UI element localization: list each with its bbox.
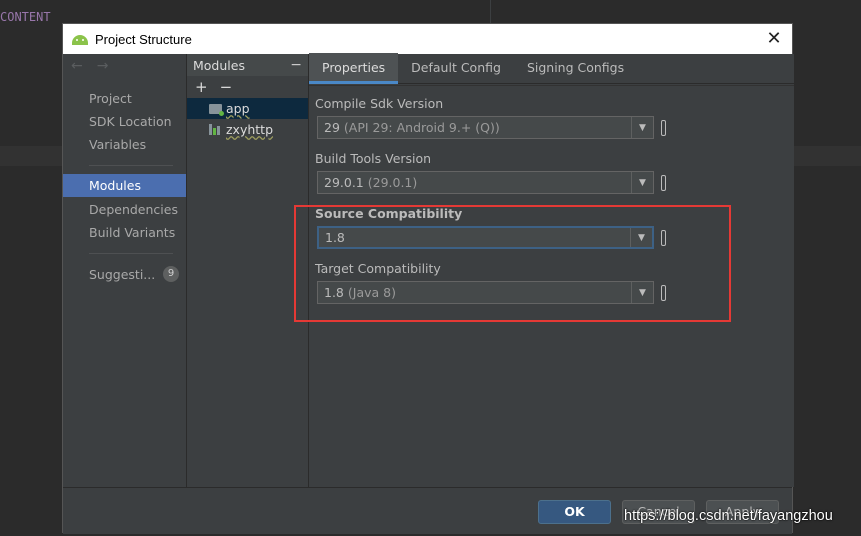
nav-item-modules-label: Modules: [89, 178, 141, 193]
compile-sdk-label: Compile Sdk Version: [315, 96, 444, 111]
left-navigation: ← → Project SDK Location Variables Modul…: [63, 54, 187, 487]
module-item-zxyhttp[interactable]: zxyhttp: [187, 119, 308, 140]
tab-bar: Properties Default Config Signing Config…: [309, 53, 794, 84]
back-arrow-icon[interactable]: ←: [71, 58, 83, 74]
nav-item-suggestions[interactable]: Suggesti...: [89, 267, 155, 282]
tab-properties[interactable]: Properties: [309, 53, 399, 84]
module-item-label: zxyhttp: [226, 122, 274, 137]
nav-divider: [89, 253, 173, 254]
tab-default-config[interactable]: Default Config: [398, 60, 514, 83]
compile-sdk-dropdown[interactable]: 29 (API 29: Android 9.+ (Q)) ▼: [317, 116, 654, 139]
highlight-annotation-box: [294, 205, 731, 322]
add-module-icon[interactable]: +: [195, 78, 208, 96]
ok-button[interactable]: OK: [538, 500, 611, 524]
variable-link-icon[interactable]: [661, 120, 666, 136]
modules-toolbar: + −: [187, 76, 308, 98]
nav-arrows: ← →: [71, 58, 108, 74]
modules-header-label: Modules: [193, 57, 245, 73]
nav-item-variables[interactable]: Variables: [89, 137, 146, 152]
nav-item-sdk-location[interactable]: SDK Location: [89, 114, 172, 129]
tab-signing-configs[interactable]: Signing Configs: [514, 60, 637, 83]
editor-text: CONTENT: [0, 10, 51, 24]
remove-module-icon[interactable]: −: [220, 78, 233, 96]
project-structure-dialog: Project Structure ✕ ← → Project SDK Loca…: [62, 23, 794, 534]
modules-panel: Modules − + − app zxyhttp: [187, 54, 309, 487]
close-icon[interactable]: ✕: [764, 29, 784, 49]
module-item-app[interactable]: app: [187, 98, 308, 119]
chevron-down-icon[interactable]: ▼: [631, 117, 653, 138]
dialog-titlebar: Project Structure ✕: [63, 24, 792, 54]
dialog-title: Project Structure: [95, 31, 192, 47]
nav-item-modules[interactable]: Modules: [63, 174, 186, 197]
module-folder-icon: [209, 103, 224, 116]
library-module-icon: [209, 124, 222, 135]
nav-item-project[interactable]: Project: [89, 91, 132, 106]
android-icon: [71, 32, 89, 46]
nav-divider: [89, 165, 173, 166]
variable-link-icon[interactable]: [661, 175, 666, 191]
compile-sdk-value: 29 (API 29: Android 9.+ (Q)): [324, 120, 500, 135]
build-tools-dropdown[interactable]: 29.0.1 (29.0.1) ▼: [317, 171, 654, 194]
nav-item-build-variants[interactable]: Build Variants: [89, 225, 175, 240]
build-tools-value: 29.0.1 (29.0.1): [324, 175, 418, 190]
modules-header: Modules −: [187, 54, 308, 76]
module-item-label: app: [226, 101, 250, 116]
editor-divider: [490, 0, 491, 24]
watermark-text: https://blog.csdn.net/fayangzhou: [624, 508, 833, 524]
chevron-down-icon[interactable]: ▼: [631, 172, 653, 193]
suggestions-count-badge: 9: [163, 266, 179, 282]
collapse-icon[interactable]: −: [290, 57, 302, 73]
forward-arrow-icon[interactable]: →: [97, 58, 109, 74]
build-tools-label: Build Tools Version: [315, 151, 432, 166]
nav-item-dependencies[interactable]: Dependencies: [89, 202, 178, 217]
